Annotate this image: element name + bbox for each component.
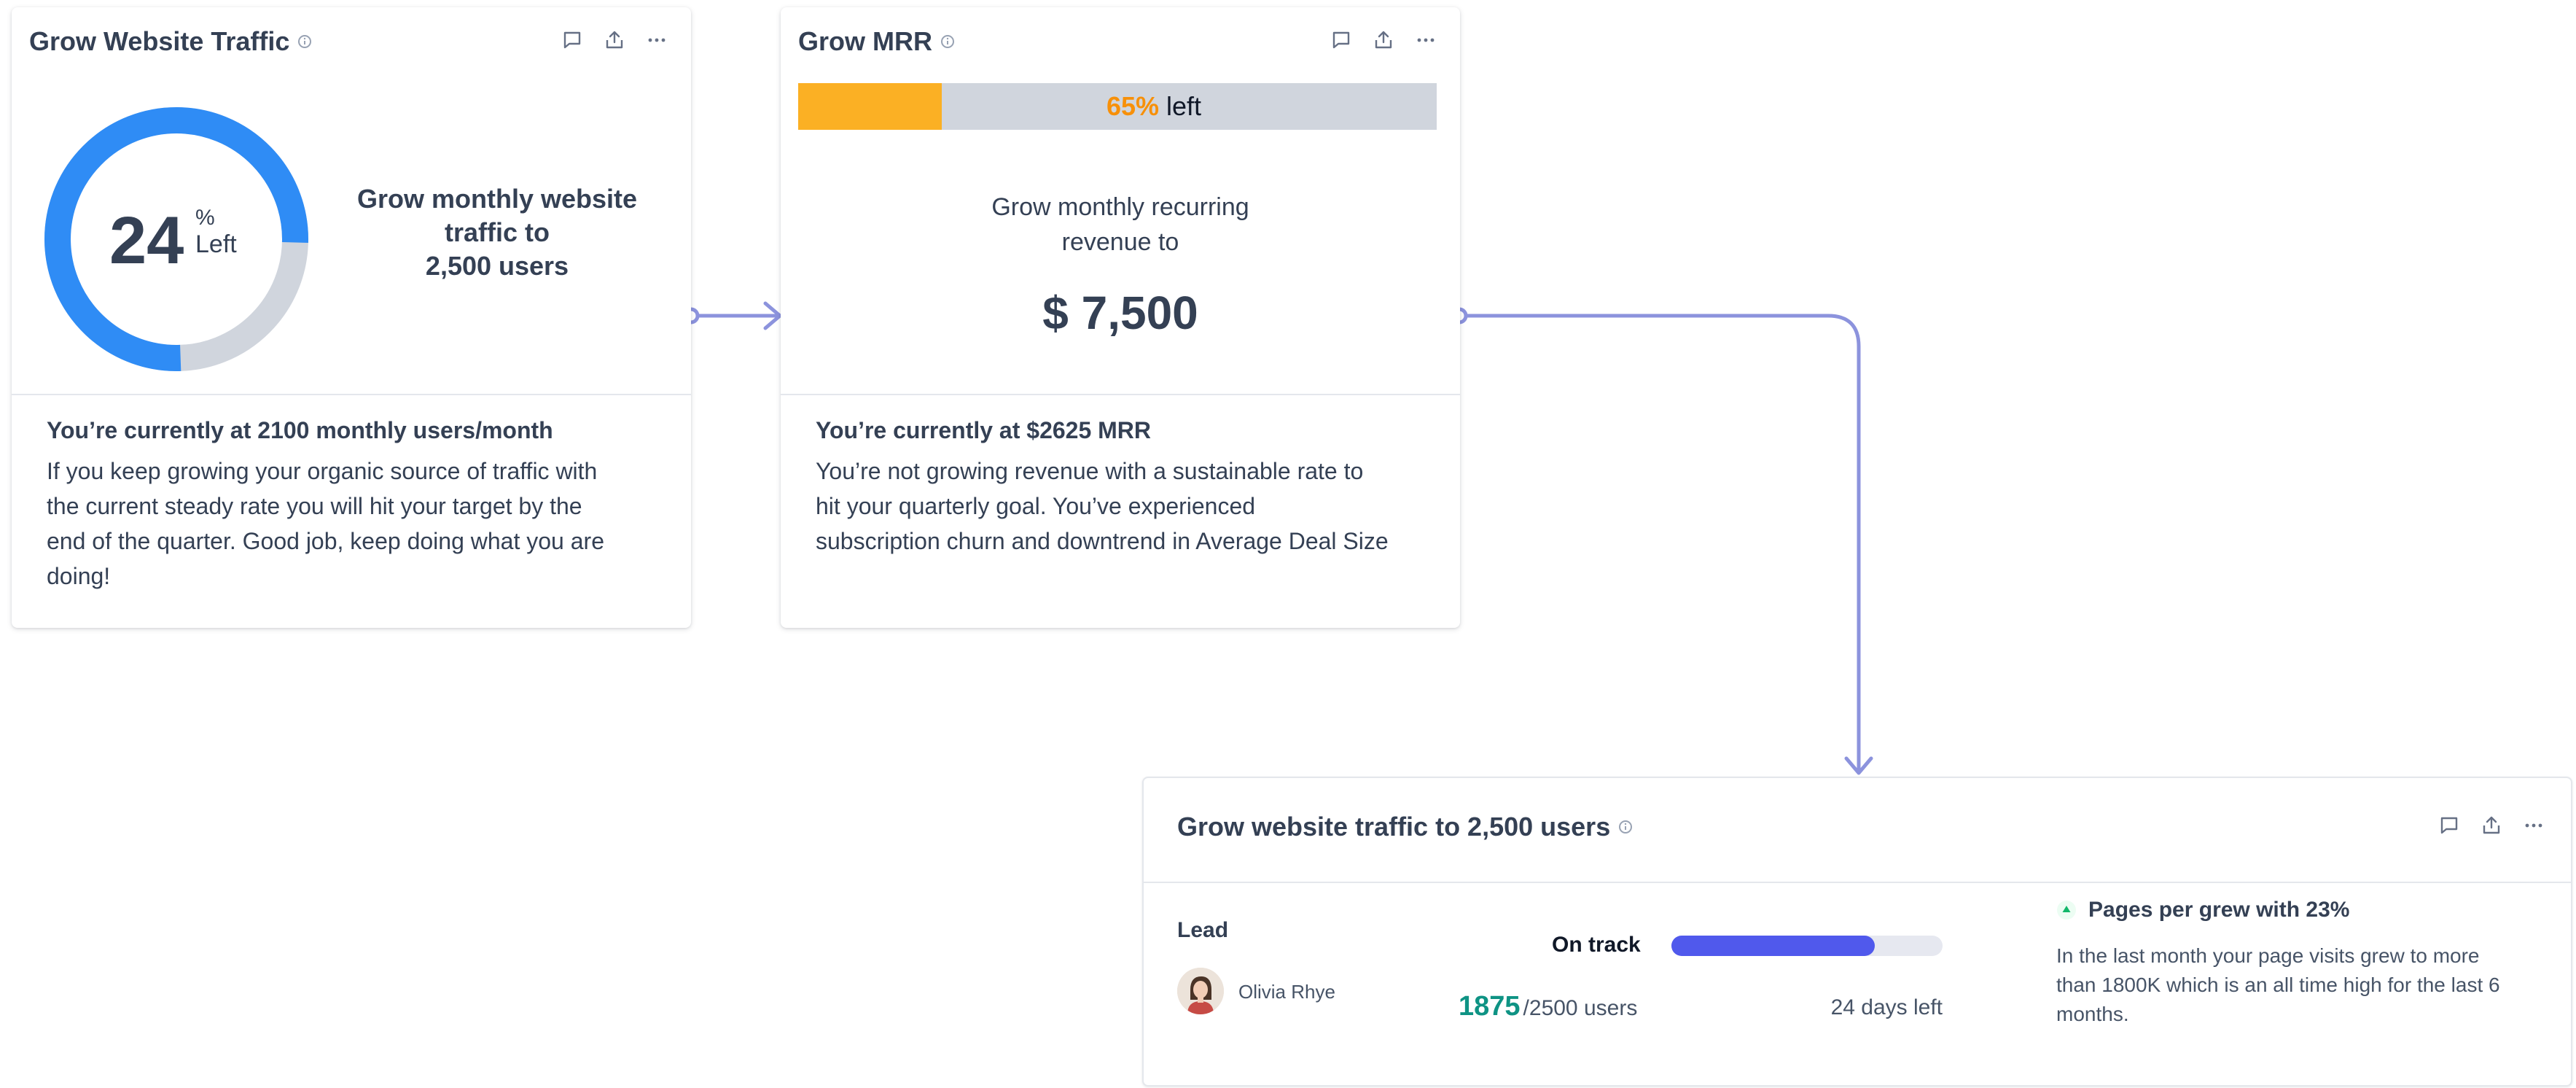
insight-text-line: months. (2056, 1003, 2129, 1025)
card-actions (561, 29, 668, 51)
card-title-text: Grow MRR (798, 26, 932, 56)
donut-value: 24 (109, 203, 184, 278)
avatar[interactable] (1177, 968, 1224, 1014)
goal-line: revenue to (1061, 228, 1179, 256)
status-text: You’re not growing revenue with a sustai… (816, 454, 1443, 559)
card-actions (1330, 29, 1437, 51)
status-text-line: hit your quarterly goal. You’ve experien… (816, 493, 1256, 519)
status-heading: You’re currently at $2625 MRR (816, 417, 1152, 443)
card-title: Grow website traffic to 2,500 users (1177, 812, 1634, 842)
insight-text-line: than 1800K which is an all time high for… (2056, 974, 2500, 996)
connector-line-2 (1464, 314, 1861, 774)
share-icon[interactable] (1373, 29, 1394, 51)
more-horizontal-icon[interactable] (1415, 29, 1437, 51)
goal-amount: $ 7,500 (1042, 287, 1198, 339)
days-left: 24 days left (1830, 995, 1943, 1019)
share-icon[interactable] (604, 29, 625, 51)
info-icon[interactable] (297, 34, 313, 50)
status-text: If you keep growing your organic source … (47, 454, 674, 594)
insight-heading: Pages per grew with 23% (2056, 898, 2349, 922)
remaining-left-label: left (1166, 91, 1202, 121)
goal-line: traffic to (445, 217, 550, 247)
goal-card-traffic-detail: Grow website traffic to 2,500 users Lead (1142, 777, 2572, 1087)
info-icon[interactable] (940, 34, 956, 50)
comment-icon[interactable] (561, 29, 583, 51)
progress-track (1671, 936, 1943, 956)
more-horizontal-icon[interactable] (646, 29, 668, 51)
goal-line: Grow monthly website (356, 184, 638, 214)
goal-line: 2,500 users (425, 251, 569, 281)
status-text-line: end of the quarter. Good job, keep doing… (47, 528, 604, 554)
card-actions (2438, 815, 2545, 836)
share-icon[interactable] (2481, 815, 2502, 836)
triangle-up-icon (2056, 900, 2077, 920)
divider (1144, 882, 2571, 883)
card-title-text: Grow Website Traffic (29, 26, 290, 56)
goal-card-mrr: Grow MRR 65% left Grow monthly recurring… (781, 7, 1460, 628)
status-text-line: subscription churn and downtrend in Aver… (816, 528, 1389, 554)
goal-line: Grow monthly recurring (991, 193, 1249, 221)
remaining-bar: 65% left (798, 83, 1437, 130)
progress-fill (1671, 936, 1875, 956)
card-title: Grow Website Traffic (29, 26, 313, 57)
insight-heading-text: Pages per grew with 23% (2088, 898, 2350, 922)
divider (781, 394, 1460, 395)
donut-center-label: 24 % Left (109, 198, 255, 279)
status-text-line: You’re not growing revenue with a sustai… (816, 458, 1364, 484)
card-title: Grow MRR (798, 26, 956, 57)
target-value: /2500 users (1523, 996, 1638, 1020)
status-text-line: doing! (47, 563, 111, 589)
remaining-percent: 65% (1106, 91, 1160, 121)
donut-left-label: Left (195, 230, 237, 258)
more-horizontal-icon[interactable] (2523, 815, 2545, 836)
status-label: On track (1552, 933, 1641, 957)
info-icon[interactable] (1617, 819, 1634, 835)
status-text-line: the current steady rate you will hit you… (47, 493, 582, 519)
goal-description: Grow monthly website traffic to 2,500 us… (351, 182, 643, 283)
insight-text-line: In the last month your page visits grew … (2056, 944, 2480, 967)
progress-values: 1875 /2500 users (1459, 991, 1637, 1022)
status-text-line: If you keep growing your organic source … (47, 458, 598, 484)
donut-percent-sign: % (195, 206, 215, 230)
comment-icon[interactable] (2438, 815, 2460, 836)
remaining-bar-label: 65% left (798, 83, 1437, 130)
insight-text: In the last month your page visits grew … (2056, 941, 2559, 1029)
goal-card-website-traffic: Grow Website Traffic 24 % Left Grow mont… (12, 7, 691, 628)
comment-icon[interactable] (1330, 29, 1352, 51)
status-heading: You’re currently at 2100 monthly users/m… (47, 417, 553, 443)
goal-description: Grow monthly recurring revenue to (781, 190, 1460, 260)
card-title-text: Grow website traffic to 2,500 users (1177, 812, 1611, 842)
lead-label: Lead (1177, 918, 1229, 942)
divider (12, 394, 691, 395)
lead-name[interactable]: Olivia Rhye (1238, 981, 1335, 1003)
canvas: Grow Website Traffic 24 % Left Grow mont… (0, 0, 2576, 1088)
current-value: 1875 (1459, 991, 1521, 1022)
